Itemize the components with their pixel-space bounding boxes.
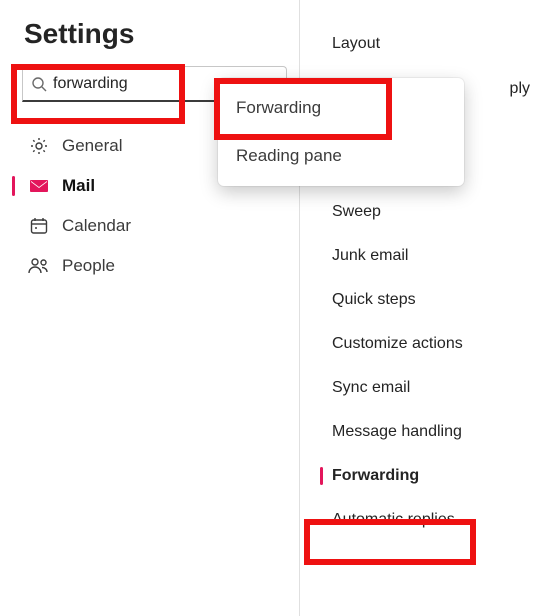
search-icon	[31, 76, 47, 92]
sidebar-item-people[interactable]: People	[0, 246, 299, 286]
sidebar-item-label: General	[62, 136, 122, 156]
list-item-quick-steps[interactable]: Quick steps	[300, 278, 540, 322]
mail-icon	[28, 178, 50, 194]
suggestion-forwarding[interactable]: Forwarding	[218, 84, 464, 132]
gear-icon	[28, 136, 50, 156]
list-item-automatic-replies[interactable]: Automatic replies	[300, 498, 540, 542]
sidebar-item-label: Calendar	[62, 216, 131, 236]
calendar-icon	[28, 216, 50, 236]
partial-text: ply	[510, 80, 530, 98]
search-suggestions-dropdown: Forwarding Reading pane	[218, 78, 464, 186]
sidebar-item-label: Mail	[62, 176, 95, 196]
list-item-junk-email[interactable]: Junk email	[300, 234, 540, 278]
list-item-message-handling[interactable]: Message handling	[300, 410, 540, 454]
list-item-sweep[interactable]: Sweep	[300, 190, 540, 234]
suggestion-reading-pane[interactable]: Reading pane	[218, 132, 464, 180]
list-item-customize-actions[interactable]: Customize actions	[300, 322, 540, 366]
sidebar-item-calendar[interactable]: Calendar	[0, 206, 299, 246]
list-item-sync-email[interactable]: Sync email	[300, 366, 540, 410]
list-item-layout[interactable]: Layout	[300, 22, 540, 66]
people-icon	[28, 257, 50, 275]
list-item-forwarding[interactable]: Forwarding	[300, 454, 540, 498]
sidebar-item-label: People	[62, 256, 115, 276]
page-title: Settings	[0, 18, 299, 66]
